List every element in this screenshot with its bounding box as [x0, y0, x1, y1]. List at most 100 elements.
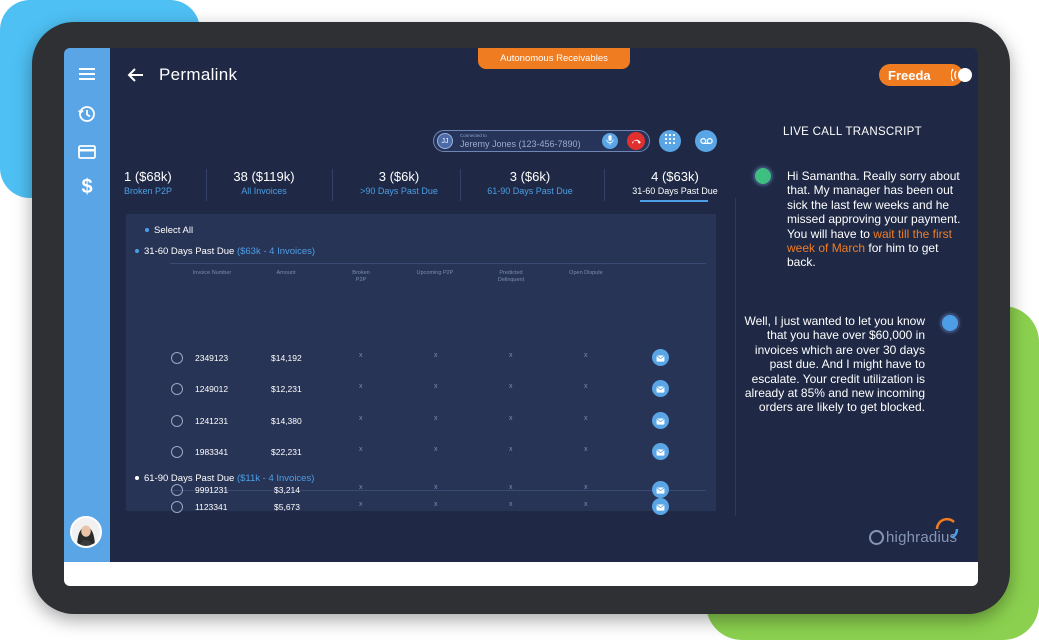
predicted-delinquent-flag: x — [509, 415, 513, 422]
active-tab-indicator — [640, 200, 708, 202]
row-radio[interactable] — [171, 352, 183, 364]
caller-name: Jeremy Jones (123-456-7890) — [460, 139, 581, 149]
credit-card-icon[interactable] — [75, 140, 99, 164]
stat-over-90-days[interactable]: 3 ($6k) >90 Days Past Due — [339, 169, 459, 202]
broken-p2p-flag: x — [359, 352, 363, 359]
tablet-bezel-bottom — [64, 560, 978, 586]
logo-arc-icon — [935, 517, 959, 539]
row-radio[interactable] — [171, 501, 183, 513]
email-button[interactable] — [652, 498, 669, 515]
invoice-number: 9991231 — [195, 485, 229, 495]
history-icon[interactable] — [75, 102, 99, 126]
select-all-label: Select All — [154, 225, 194, 236]
column-header-broken-p2p: Broken P2P — [352, 270, 370, 283]
stage: $ Permalink Autonomous Receivables Freed… — [0, 0, 1039, 640]
stat-value: 4 ($63k) — [651, 169, 699, 184]
table-row: 9991231 $3,214 x x x x — [126, 480, 716, 500]
column-header-open-dispute: Open Dispute — [569, 270, 603, 276]
open-dispute-flag: x — [584, 383, 588, 390]
email-button[interactable] — [652, 481, 669, 498]
invoice-amount: $22,231 — [271, 447, 302, 457]
mail-icon — [656, 443, 665, 461]
caller-avatar: JJ — [437, 133, 453, 149]
stat-divider — [332, 169, 333, 201]
open-dispute-flag: x — [584, 446, 588, 453]
stat-31-60-days[interactable]: 4 ($63k) 31-60 Days Past Due — [614, 169, 736, 202]
email-button[interactable] — [652, 380, 669, 397]
group-title: 31-60 Days Past Due — [144, 246, 235, 257]
table-row: 1241231 $14,380 x x x x — [126, 411, 716, 431]
column-header-predicted-delinquent: Predicted Delinquent — [497, 270, 525, 283]
app-screen: $ Permalink Autonomous Receivables Freed… — [64, 48, 978, 562]
email-button[interactable] — [652, 412, 669, 429]
stat-divider — [206, 169, 207, 201]
group-header-31-60[interactable]: 31-60 Days Past Due ($63k - 4 Invoices) — [135, 246, 315, 257]
dollar-icon[interactable]: $ — [75, 175, 99, 199]
transcript-message-agent: Hi Samantha. Really sorry about that. My… — [787, 169, 965, 270]
open-dispute-flag: x — [584, 484, 588, 491]
highradius-logo: highradius — [869, 517, 959, 546]
phone-hangup-icon — [631, 132, 642, 150]
menu-icon[interactable] — [75, 62, 99, 86]
mute-microphone-button[interactable] — [602, 133, 618, 149]
mail-icon — [656, 412, 665, 430]
mail-icon — [656, 380, 665, 398]
row-radio[interactable] — [171, 415, 183, 427]
invoice-number: 1241231 — [195, 416, 229, 426]
group-summary: ($63k - 4 Invoices) — [236, 246, 316, 257]
broken-p2p-flag: x — [359, 446, 363, 453]
stat-all-invoices[interactable]: 38 ($119k) All Invoices — [214, 169, 314, 202]
row-radio[interactable] — [171, 446, 183, 458]
freeda-assistant-button[interactable]: Freeda — [879, 64, 972, 86]
app-tab-autonomous-receivables[interactable]: Autonomous Receivables — [478, 48, 630, 69]
open-dispute-flag: x — [584, 415, 588, 422]
invoice-number: 1123341 — [195, 502, 228, 512]
broken-p2p-flag: x — [359, 484, 363, 491]
open-dispute-flag: x — [584, 352, 588, 359]
back-arrow-icon[interactable] — [126, 65, 146, 85]
table-row: 1123341 $5,673 x x x x — [126, 497, 716, 517]
bullet-icon — [145, 228, 149, 233]
invoice-amount: $14,192 — [271, 353, 302, 363]
stat-divider — [604, 169, 605, 201]
table-row: 1983341 $22,231 x x x x — [126, 442, 716, 462]
bullet-icon — [135, 249, 139, 254]
stat-value: 38 ($119k) — [233, 169, 295, 184]
transcript-title: LIVE CALL TRANSCRIPT — [783, 126, 922, 138]
email-button[interactable] — [652, 443, 669, 460]
broken-p2p-flag: x — [359, 415, 363, 422]
select-all-option[interactable]: Select All — [145, 225, 193, 236]
stat-label: All Invoices — [241, 186, 287, 196]
stat-divider — [460, 169, 461, 201]
stat-label: Broken P2P — [124, 186, 173, 196]
upcoming-p2p-flag: x — [434, 352, 438, 359]
stat-label: 61-90 Days Past Due — [487, 186, 573, 196]
stat-broken-p2p[interactable]: 1 ($68k) Broken P2P — [124, 169, 208, 202]
stat-value: 3 ($6k) — [378, 169, 420, 184]
voice-wave-icon — [950, 66, 973, 84]
predicted-delinquent-flag: x — [509, 484, 513, 491]
broken-p2p-flag: x — [359, 383, 363, 390]
page-title: Permalink — [159, 65, 238, 84]
transcript-message-customer: Well, I just wanted to let you know that… — [744, 314, 925, 415]
column-header-upcoming-p2p: Upcoming P2P — [416, 270, 454, 276]
stat-value: 3 ($6k) — [509, 169, 551, 184]
speaker-agent-avatar — [753, 166, 773, 186]
hang-up-button[interactable] — [627, 132, 645, 150]
stat-label: 31-60 Days Past Due — [632, 186, 718, 196]
row-radio[interactable] — [171, 484, 183, 496]
stat-61-90-days[interactable]: 3 ($6k) 61-90 Days Past Due — [467, 169, 593, 202]
dialpad-button[interactable] — [659, 130, 681, 152]
upcoming-p2p-flag: x — [434, 383, 438, 390]
column-header-amount: Amount — [276, 270, 296, 276]
invoice-amount: $14,380 — [271, 416, 302, 426]
invoice-number: 1983341 — [195, 447, 229, 457]
email-button[interactable] — [652, 349, 669, 366]
logo-ring-icon — [869, 530, 884, 545]
row-radio[interactable] — [171, 383, 183, 395]
dialpad-icon — [664, 132, 676, 150]
voicemail-button[interactable] — [695, 130, 717, 152]
invoice-amount: $12,231 — [271, 384, 302, 394]
microphone-icon — [606, 132, 614, 150]
user-avatar[interactable] — [70, 516, 102, 548]
